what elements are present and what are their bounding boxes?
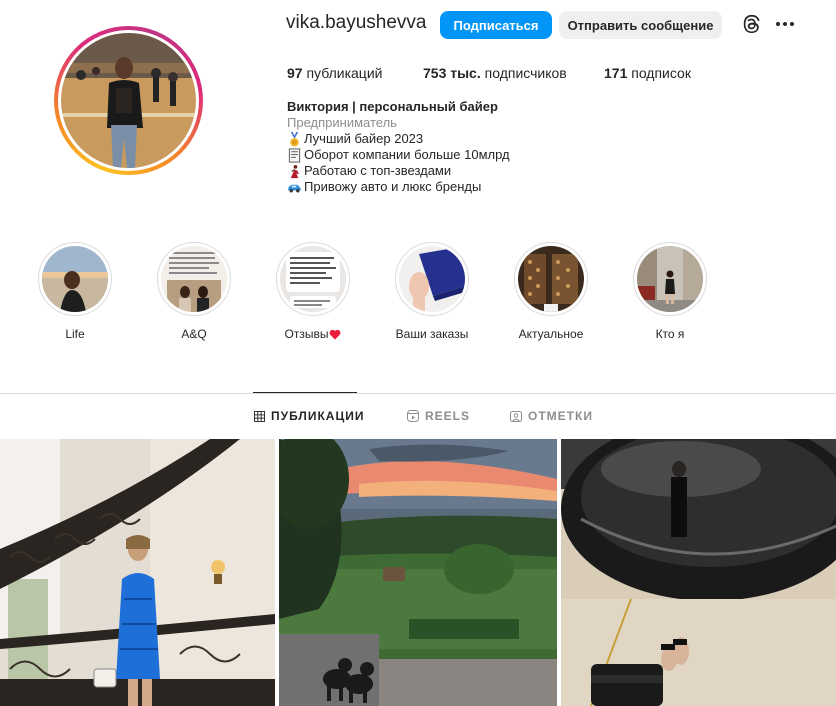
following-count-stat[interactable]: 171 подписок xyxy=(604,65,691,81)
post-image xyxy=(561,439,836,706)
more-options-icon[interactable] xyxy=(775,14,795,34)
bio-line-text: Работаю с топ-звездами xyxy=(304,163,452,178)
highlight-ring xyxy=(395,242,469,316)
tabs-divider xyxy=(0,393,836,394)
highlight-ring xyxy=(276,242,350,316)
highlight-current[interactable]: Актуальное xyxy=(501,242,601,341)
highlight-ring xyxy=(38,242,112,316)
followers-count-stat[interactable]: 753 тыс. подписчиков xyxy=(423,65,567,81)
posts-label: публикаций xyxy=(302,65,383,81)
highlight-life[interactable]: Life xyxy=(25,242,125,341)
highlight-label: A&Q xyxy=(144,327,244,341)
red-heart-icon xyxy=(330,329,341,339)
bio-line-text: Привожу авто и люкс бренды xyxy=(304,179,482,194)
highlight-cover xyxy=(42,246,108,312)
active-tab-indicator xyxy=(253,392,357,393)
highlight-ring xyxy=(514,242,588,316)
post-thumbnail[interactable] xyxy=(0,439,275,706)
highlight-aq[interactable]: A&Q xyxy=(144,242,244,341)
tab-label: ОТМЕТКИ xyxy=(528,409,593,423)
post-thumbnail[interactable] xyxy=(279,439,557,706)
following-label: подписок xyxy=(627,65,691,81)
highlight-ring xyxy=(157,242,231,316)
highlight-cover xyxy=(518,246,584,312)
reels-icon xyxy=(407,410,419,422)
post-thumbnail[interactable] xyxy=(561,439,836,706)
highlight-label-text: Кто я xyxy=(655,327,685,341)
bio-category: Предприниматель xyxy=(287,115,397,130)
bio-name: Виктория | персональный байер xyxy=(287,99,498,114)
medal-icon xyxy=(290,131,299,147)
highlight-label: Life xyxy=(25,327,125,341)
profile-bio: Виктория | персональный байер Предприним… xyxy=(287,99,510,195)
bio-line-text: Оборот компании больше 10млрд xyxy=(304,147,510,162)
following-count: 171 xyxy=(604,65,628,81)
highlight-label-text: Отзывы xyxy=(284,327,329,341)
profile-avatar xyxy=(61,33,196,168)
post-image xyxy=(0,439,275,706)
highlight-label: Ваши заказы xyxy=(382,327,482,341)
highlight-label: Отзывы xyxy=(263,327,363,341)
highlight-ring xyxy=(633,242,707,316)
highlight-label-text: Актуальное xyxy=(518,327,584,341)
bio-line: Привожу авто и люкс бренды xyxy=(287,179,510,195)
posts-count-stat: 97 публикаций xyxy=(287,65,382,81)
highlight-label: Актуальное xyxy=(501,327,601,341)
username: vika.bayushevva xyxy=(286,12,427,33)
tab-reels[interactable]: REELS xyxy=(407,409,470,423)
highlight-reviews[interactable]: Отзывы xyxy=(263,242,363,341)
highlight-cover xyxy=(161,246,227,312)
bio-line: Оборот компании больше 10млрд xyxy=(287,147,510,163)
receipt-icon xyxy=(288,147,301,163)
post-image xyxy=(279,439,557,706)
profile-avatar-story-ring[interactable] xyxy=(54,26,203,175)
tab-posts[interactable]: ПУБЛИКАЦИИ xyxy=(254,409,364,423)
highlight-cover xyxy=(637,246,703,312)
follow-button[interactable]: Подписаться xyxy=(440,11,552,39)
bio-line: Работаю с топ-звездами xyxy=(287,163,510,179)
send-message-button[interactable]: Отправить сообщение xyxy=(559,11,722,39)
followers-label: подписчиков xyxy=(480,65,567,81)
tab-label: REELS xyxy=(425,409,471,423)
highlight-label-text: A&Q xyxy=(181,327,207,341)
followers-count: 753 тыс. xyxy=(423,65,481,81)
highlight-who-am-i[interactable]: Кто я xyxy=(620,242,720,341)
bio-line: Лучший байер 2023 xyxy=(287,131,510,147)
highlight-cover xyxy=(280,246,346,312)
car-icon xyxy=(287,184,302,192)
highlight-label-text: Ваши заказы xyxy=(395,327,469,341)
highlight-label: Кто я xyxy=(620,327,720,341)
tagged-icon xyxy=(510,411,522,422)
grid-icon xyxy=(254,410,265,422)
posts-count: 97 xyxy=(287,65,303,81)
tab-tagged[interactable]: ОТМЕТКИ xyxy=(510,409,593,423)
highlight-cover xyxy=(399,246,465,312)
bio-line-text: Лучший байер 2023 xyxy=(304,131,424,146)
avatar-frame xyxy=(58,30,199,171)
dancer-icon xyxy=(290,164,300,178)
highlight-label-text: Life xyxy=(65,327,85,341)
threads-icon[interactable] xyxy=(740,13,762,35)
tab-label: ПУБЛИКАЦИИ xyxy=(271,409,365,423)
highlight-orders[interactable]: Ваши заказы xyxy=(382,242,482,341)
